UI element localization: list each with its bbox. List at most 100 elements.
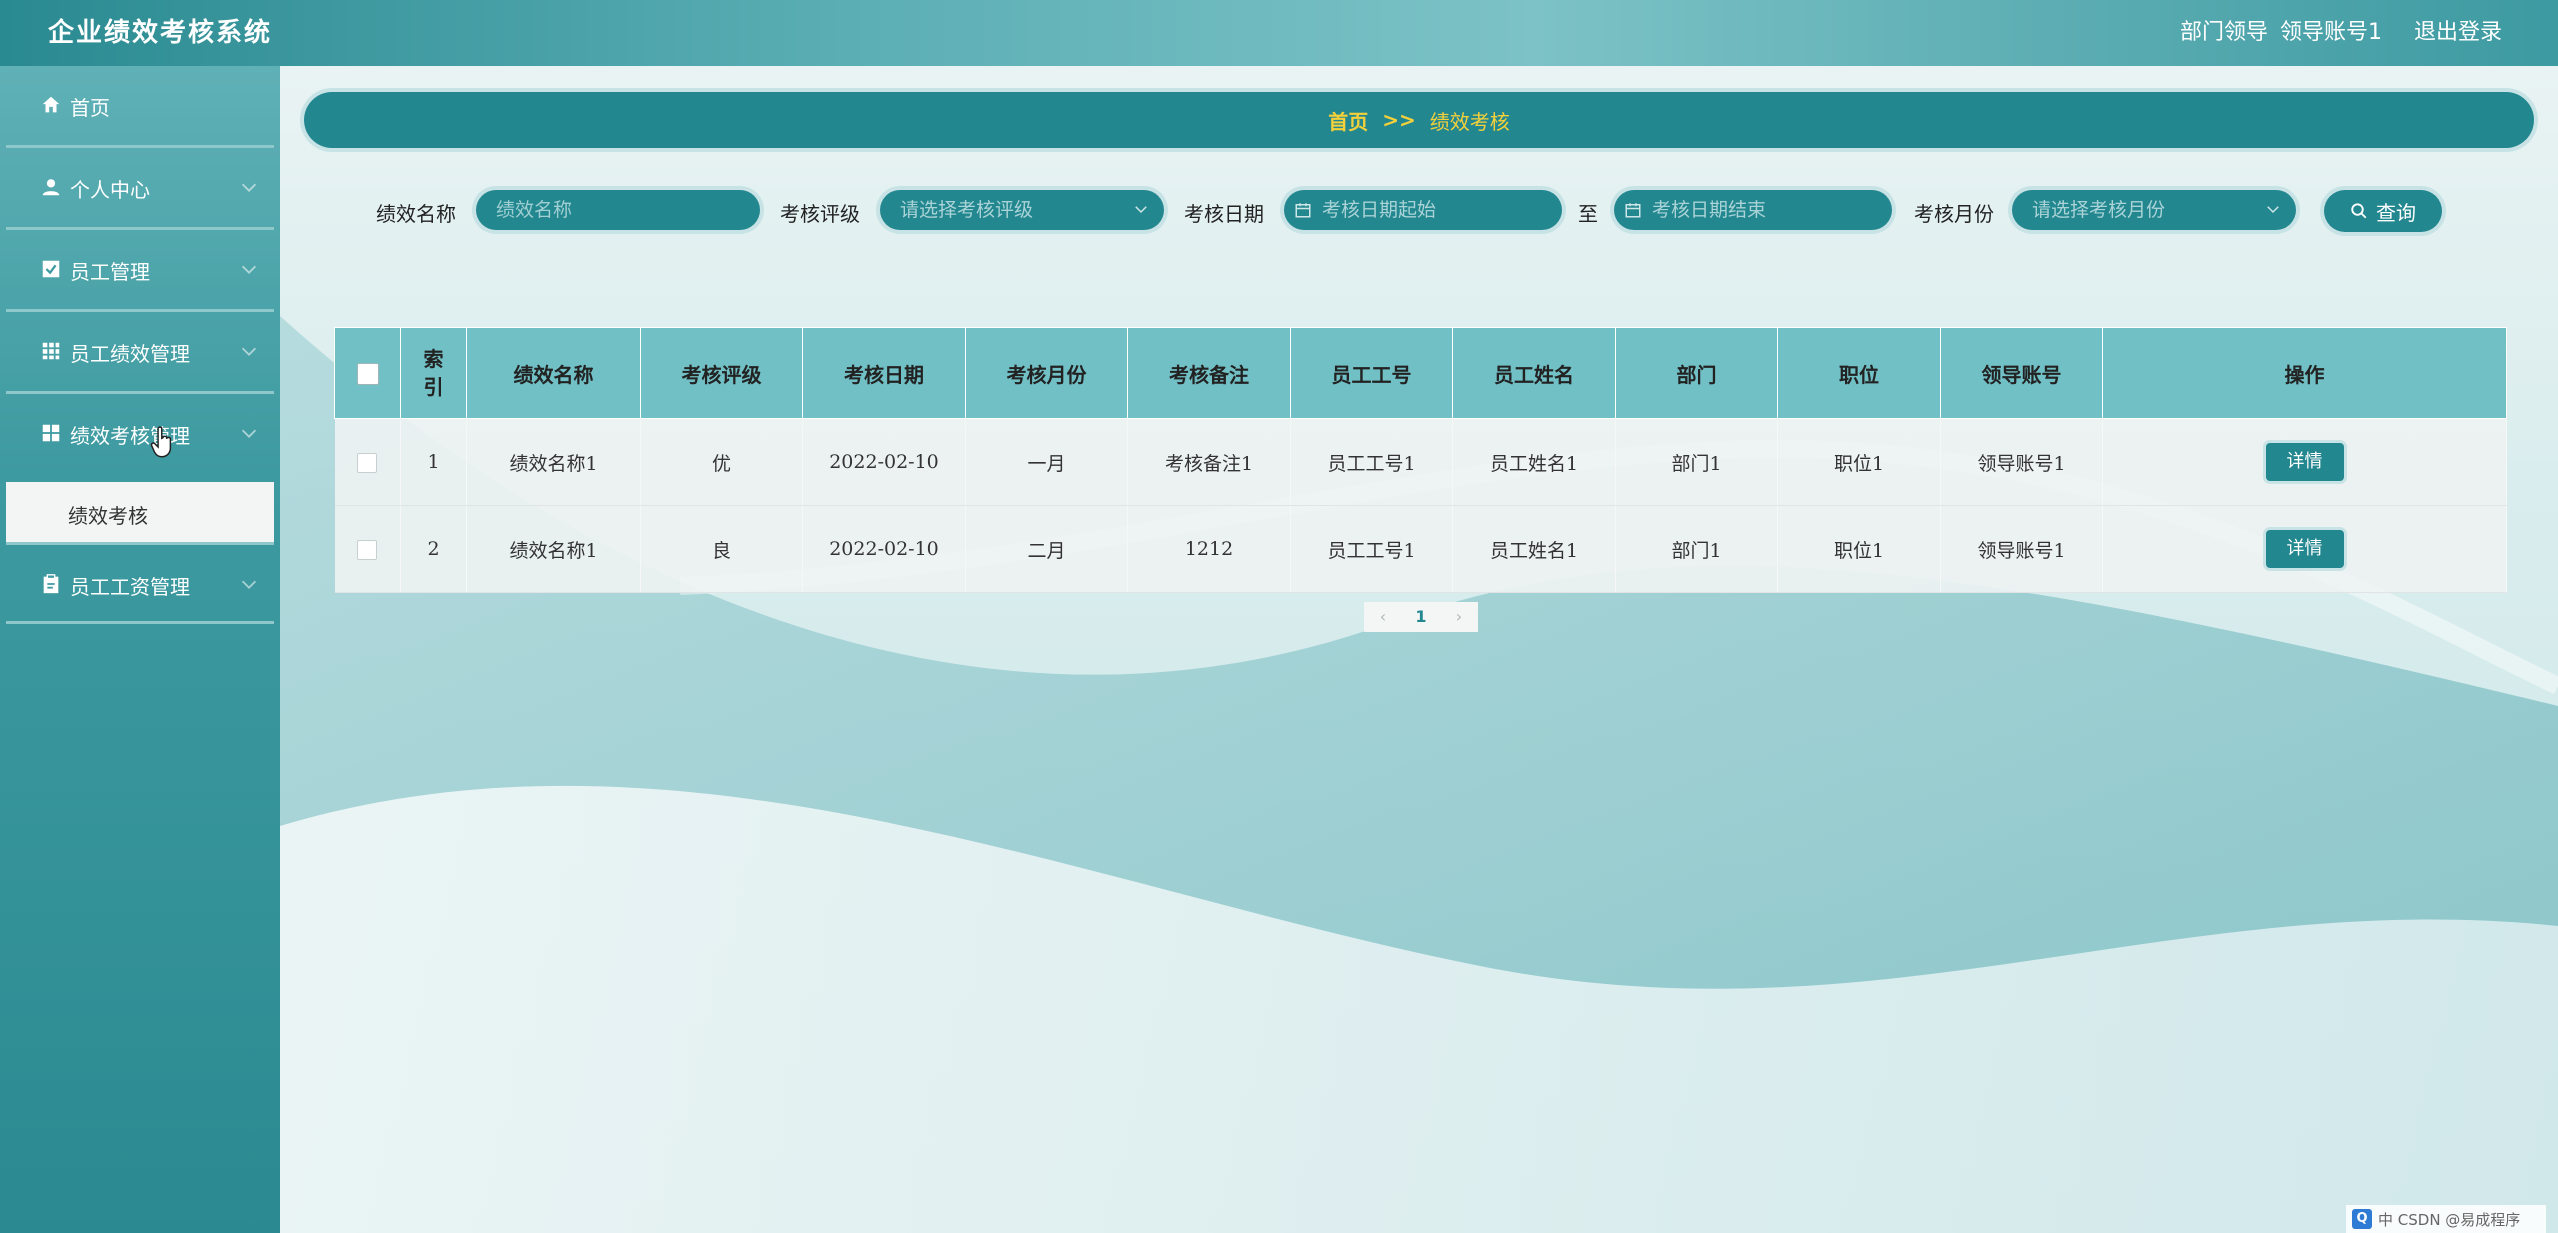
home-icon — [42, 96, 60, 113]
date-range-separator: 至 — [1578, 202, 1598, 226]
cell-remark: 考核备注1 — [1127, 418, 1291, 506]
cell-position: 职位1 — [1777, 418, 1941, 506]
submenu-item-label: 绩效考核 — [68, 504, 148, 528]
cell-dept: 部门1 — [1615, 418, 1778, 506]
breadcrumb-current: 绩效考核 — [1429, 109, 1510, 134]
cell-index: 2 — [400, 505, 467, 593]
breadcrumb: 首页 >> 绩效考核 — [304, 92, 2534, 148]
cell-month: 二月 — [965, 505, 1128, 593]
sidebar-item-label: 员工管理 — [70, 260, 150, 284]
detail-button[interactable]: 详情 — [2265, 530, 2344, 568]
clipboard-icon — [43, 574, 59, 594]
performance-table: 索引 绩效名称 考核评级 考核日期 考核月份 考核备注 员工工号 员工姓名 部门… — [334, 327, 2507, 593]
chevron-down-icon — [2267, 206, 2279, 214]
column-header: 员工工号 — [1290, 327, 1453, 419]
table-row: 1 绩效名称1 优 2022-02-10 一月 考核备注1 员工工号1 员工姓名… — [334, 418, 2507, 506]
column-header: 领导账号 — [1940, 327, 2103, 419]
cell-action: 详情 — [2102, 418, 2507, 506]
sidebar-item-label: 首页 — [70, 96, 110, 120]
column-header: 员工姓名 — [1452, 327, 1616, 419]
check-square-icon — [42, 260, 60, 278]
page-number-1[interactable]: 1 — [1402, 602, 1440, 632]
date-end-placeholder: 考核日期结束 — [1652, 199, 1767, 221]
breadcrumb-separator: >> — [1382, 108, 1416, 132]
column-header: 索引 — [400, 327, 467, 419]
grade-select[interactable]: 请选择考核评级 — [880, 190, 1164, 230]
user-info: 部门领导 领导账号1 退出登录 — [2180, 14, 2502, 46]
cell-name: 绩效名称1 — [466, 505, 641, 593]
column-header: 绩效名称 — [466, 327, 641, 419]
cell-action: 详情 — [2102, 505, 2507, 593]
sidebar-item-salary-management[interactable]: 员工工资管理 — [6, 542, 274, 624]
cell-grade: 良 — [640, 505, 803, 593]
cell-index: 1 — [400, 418, 467, 506]
pagination: ‹ 1 › — [1364, 602, 1478, 632]
cell-name: 绩效名称1 — [466, 418, 641, 506]
cell-leader: 领导账号1 — [1940, 505, 2103, 593]
date-end-picker[interactable]: 考核日期结束 — [1614, 190, 1892, 230]
select-all-checkbox[interactable] — [356, 363, 379, 386]
row-checkbox[interactable] — [357, 453, 378, 473]
column-header: 考核月份 — [965, 327, 1128, 419]
row-select-cell — [334, 505, 401, 593]
column-header: 考核日期 — [802, 327, 966, 419]
next-page-button[interactable]: › — [1440, 602, 1478, 632]
sidebar-item-performance-review-management[interactable]: 绩效考核管理 — [6, 394, 274, 476]
hand-cursor-icon — [150, 426, 172, 458]
cell-emp-no: 员工工号1 — [1290, 505, 1453, 593]
calendar-icon — [1295, 203, 1311, 218]
cell-emp-name: 员工姓名1 — [1452, 418, 1616, 506]
date-start-placeholder: 考核日期起始 — [1322, 199, 1437, 221]
chevron-down-icon — [1135, 206, 1147, 214]
sidebar-item-employee-management[interactable]: 员工管理 — [6, 230, 274, 312]
filter-label-grade: 考核评级 — [780, 202, 860, 226]
user-role-account: 部门领导 领导账号1 — [2180, 14, 2382, 46]
column-header: 部门 — [1615, 327, 1778, 419]
row-select-cell — [334, 418, 401, 506]
month-select[interactable]: 请选择考核月份 — [2012, 190, 2296, 230]
chevron-down-icon — [241, 580, 257, 589]
column-header: 职位 — [1777, 327, 1941, 419]
input-method-icon: Q — [2352, 1209, 2372, 1229]
cell-leader: 领导账号1 — [1940, 418, 2103, 506]
chevron-down-icon — [241, 265, 257, 274]
cell-emp-name: 员工姓名1 — [1452, 505, 1616, 593]
user-role: 部门领导 — [2179, 20, 2268, 45]
user-icon — [42, 179, 60, 196]
corner-watermark: Q 中 CSDN @易成程序 — [2346, 1205, 2546, 1233]
sidebar-item-personal-center[interactable]: 个人中心 — [6, 148, 274, 230]
chevron-down-icon — [241, 183, 257, 192]
sidebar-item-employee-performance[interactable]: 员工绩效管理 — [6, 312, 274, 394]
app-title: 企业绩效考核系统 — [48, 18, 273, 48]
column-header: 考核备注 — [1127, 327, 1291, 419]
cell-emp-no: 员工工号1 — [1290, 418, 1453, 506]
submenu-item-performance-review[interactable]: 绩效考核 — [6, 482, 274, 542]
chevron-down-icon — [241, 429, 257, 438]
header-select-all[interactable] — [334, 327, 401, 419]
user-account: 领导账号1 — [2279, 20, 2382, 45]
cell-dept: 部门1 — [1615, 505, 1778, 593]
grid-icon — [42, 342, 60, 360]
cell-date: 2022-02-10 — [802, 418, 966, 506]
cell-month: 一月 — [965, 418, 1128, 506]
apps-icon — [42, 424, 60, 442]
cell-date: 2022-02-10 — [802, 505, 966, 593]
search-button[interactable]: 查询 — [2324, 190, 2442, 232]
sidebar: 首页 个人中心 员工管理 员工绩效管理 绩效考核管理 绩效考核 员工工资管理 — [0, 66, 280, 1233]
date-start-picker[interactable]: 考核日期起始 — [1284, 190, 1562, 230]
chevron-down-icon — [241, 347, 257, 356]
breadcrumb-home[interactable]: 首页 — [1328, 106, 1368, 135]
top-header: 企业绩效考核系统 部门领导 领导账号1 退出登录 — [0, 0, 2558, 66]
filter-label-name: 绩效名称 — [376, 202, 456, 226]
sidebar-item-label: 员工工资管理 — [70, 575, 190, 599]
logout-link[interactable]: 退出登录 — [2414, 14, 2502, 46]
sidebar-item-home[interactable]: 首页 — [6, 66, 274, 148]
filter-label-date: 考核日期 — [1184, 202, 1264, 226]
performance-name-input[interactable] — [476, 190, 760, 230]
table-header-row: 索引 绩效名称 考核评级 考核日期 考核月份 考核备注 员工工号 员工姓名 部门… — [334, 327, 2507, 419]
column-header: 操作 — [2102, 327, 2507, 419]
detail-button[interactable]: 详情 — [2265, 443, 2344, 481]
prev-page-button[interactable]: ‹ — [1364, 602, 1402, 632]
cell-grade: 优 — [640, 418, 803, 506]
row-checkbox[interactable] — [357, 540, 378, 560]
